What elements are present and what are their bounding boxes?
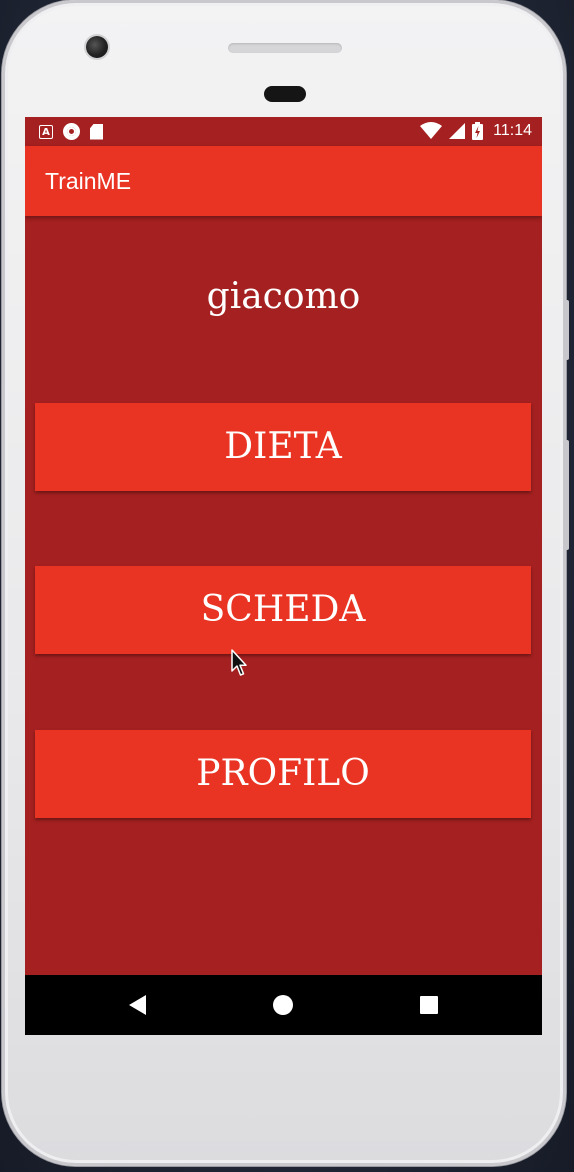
navigation-bar xyxy=(25,975,542,1035)
app-bar: TrainME xyxy=(25,146,542,216)
status-time: 11:14 xyxy=(493,122,532,139)
earpiece-speaker xyxy=(228,43,342,53)
scheda-button[interactable]: SCHEDA xyxy=(35,566,531,654)
front-camera xyxy=(86,36,108,58)
a-notification-icon: A xyxy=(39,124,53,139)
device-screen: A 11:14 TrainME giacomo DIETA SCHEDA PRO… xyxy=(25,117,542,1035)
status-bar-system: 11:14 xyxy=(420,122,532,140)
dieta-button[interactable]: DIETA xyxy=(35,403,531,491)
signal-icon xyxy=(449,123,466,139)
status-bar-notifications: A xyxy=(39,123,103,140)
profilo-button[interactable]: PROFILO xyxy=(35,730,531,818)
main-content: giacomo DIETA SCHEDA PROFILO xyxy=(25,216,542,975)
wifi-icon xyxy=(420,122,443,139)
sd-card-icon xyxy=(90,123,103,140)
volume-button xyxy=(564,440,569,550)
mouse-cursor-icon xyxy=(231,649,247,676)
home-icon[interactable] xyxy=(273,995,293,1015)
recents-icon[interactable] xyxy=(420,996,438,1014)
record-icon xyxy=(63,123,80,140)
power-button xyxy=(564,300,569,360)
battery-charging-icon xyxy=(472,122,484,140)
username-label: giacomo xyxy=(206,276,361,317)
proximity-sensor xyxy=(264,86,306,102)
back-icon[interactable] xyxy=(129,995,146,1015)
status-bar: A 11:14 xyxy=(25,117,542,146)
app-title: TrainME xyxy=(45,168,132,194)
